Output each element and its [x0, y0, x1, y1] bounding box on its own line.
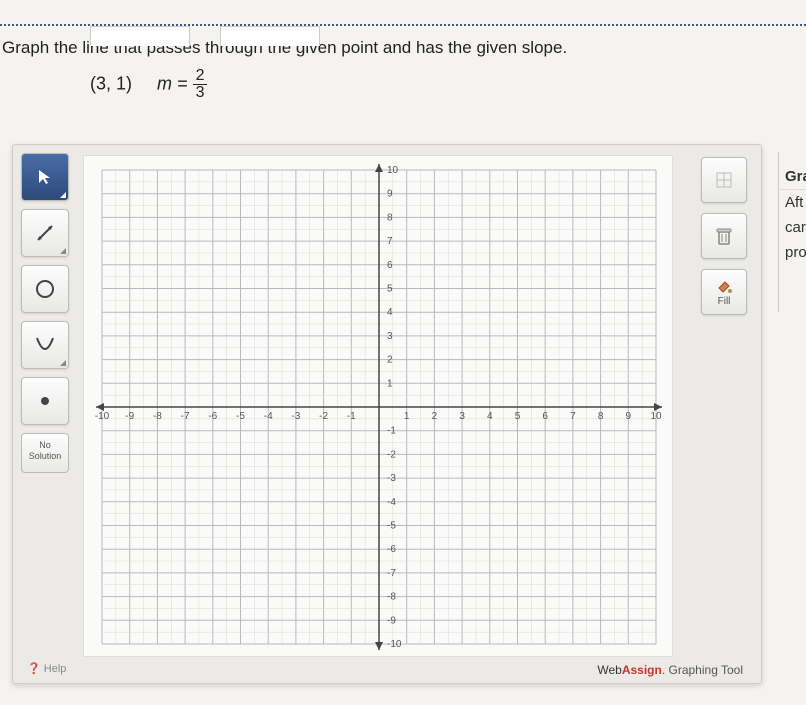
- svg-text:5: 5: [515, 411, 521, 422]
- svg-text:-2: -2: [387, 449, 396, 460]
- svg-text:-10: -10: [387, 639, 402, 650]
- grid-svg: -10 -9 -8 -7 -6 -5 -4 -3 -2 -1 1 2 3 4 5 6 7 8 9 10 -10 -9 -8 -…: [84, 156, 674, 658]
- no-solution-line2: Solution: [22, 451, 68, 462]
- svg-text:-7: -7: [181, 411, 190, 422]
- svg-text:4: 4: [487, 411, 493, 422]
- slope-var: m =: [157, 73, 188, 93]
- fill-icon: [715, 278, 733, 294]
- point-label: (3, 1): [90, 73, 132, 93]
- svg-text:-4: -4: [387, 497, 396, 508]
- footer-web: Web: [597, 663, 621, 677]
- svg-text:7: 7: [387, 236, 393, 247]
- no-solution-line1: No: [22, 440, 68, 451]
- pointer-icon: [36, 168, 54, 186]
- help-icon: ❓: [27, 663, 41, 675]
- stub-1: [90, 26, 190, 46]
- circle-icon: [34, 278, 56, 300]
- svg-text:-5: -5: [236, 411, 245, 422]
- svg-text:6: 6: [542, 411, 548, 422]
- slope-numerator: 2: [193, 68, 208, 85]
- side-gra: Gra: [779, 164, 806, 189]
- trash-icon: [715, 226, 733, 246]
- svg-text:-3: -3: [387, 473, 396, 484]
- footer-tool: . Graphing Tool: [662, 663, 743, 677]
- svg-text:8: 8: [387, 212, 393, 223]
- svg-text:3: 3: [459, 411, 465, 422]
- svg-text:10: 10: [387, 165, 399, 176]
- fill-label: Fill: [718, 296, 731, 307]
- svg-text:-10: -10: [95, 411, 110, 422]
- graph-clear-icon: [714, 170, 734, 190]
- point-tool[interactable]: [21, 377, 69, 425]
- svg-text:9: 9: [626, 411, 632, 422]
- footer-branding: WebAssign. Graphing Tool: [597, 663, 743, 677]
- coordinate-plane[interactable]: -10 -9 -8 -7 -6 -5 -4 -3 -2 -1 1 2 3 4 5 6 7 8 9 10 -10 -9 -8 -…: [83, 155, 673, 657]
- side-info-panel: Gra Aft car pro: [778, 152, 806, 312]
- stub-2: [220, 26, 320, 46]
- help-label: Help: [44, 663, 67, 675]
- line-tool[interactable]: [21, 209, 69, 257]
- svg-text:1: 1: [404, 411, 410, 422]
- svg-text:-4: -4: [264, 411, 273, 422]
- svg-text:-7: -7: [387, 568, 396, 579]
- no-solution-button[interactable]: No Solution: [21, 433, 69, 473]
- svg-text:-5: -5: [387, 521, 396, 532]
- help-button[interactable]: ❓ Help: [27, 662, 66, 675]
- svg-text:-1: -1: [387, 426, 396, 437]
- svg-text:-1: -1: [347, 411, 356, 422]
- graphing-tool-panel: No Solution -10 -9 -8 -7 -6 -5 -4 -3 -2 -1 1 2 3 4 5 6 7…: [12, 144, 762, 684]
- svg-text:10: 10: [650, 411, 662, 422]
- svg-text:-6: -6: [208, 411, 217, 422]
- svg-text:6: 6: [387, 260, 393, 271]
- svg-text:5: 5: [387, 284, 393, 295]
- svg-text:7: 7: [570, 411, 576, 422]
- clear-graph-button[interactable]: [701, 157, 747, 203]
- svg-text:1: 1: [387, 378, 393, 389]
- svg-text:8: 8: [598, 411, 604, 422]
- svg-text:3: 3: [387, 331, 393, 342]
- side-pro: pro: [779, 240, 806, 265]
- svg-text:2: 2: [432, 411, 438, 422]
- parameters: (3, 1) m = 2 3: [0, 68, 806, 101]
- trash-button[interactable]: [701, 213, 747, 259]
- circle-tool[interactable]: [21, 265, 69, 313]
- svg-text:-2: -2: [319, 411, 328, 422]
- slope-denominator: 3: [193, 85, 208, 101]
- slope-fraction: 2 3: [193, 68, 208, 101]
- line-icon: [35, 223, 55, 243]
- footer-assign: Assign: [622, 663, 662, 677]
- parabola-icon: [34, 334, 56, 356]
- pointer-tool[interactable]: [21, 153, 69, 201]
- tool-palette: No Solution: [21, 153, 73, 473]
- point-icon: [39, 395, 51, 407]
- svg-text:-8: -8: [153, 411, 162, 422]
- svg-text:-9: -9: [125, 411, 134, 422]
- svg-text:-3: -3: [291, 411, 300, 422]
- svg-text:-6: -6: [387, 544, 396, 555]
- fill-button[interactable]: Fill: [701, 269, 747, 315]
- svg-text:-8: -8: [387, 592, 396, 603]
- parabola-tool[interactable]: [21, 321, 69, 369]
- svg-text:4: 4: [387, 307, 393, 318]
- right-tool-palette: Fill: [701, 157, 751, 325]
- top-input-stubs: [90, 26, 320, 46]
- svg-text:-9: -9: [387, 615, 396, 626]
- svg-text:2: 2: [387, 355, 393, 366]
- side-aft: Aft: [779, 189, 806, 215]
- side-car: car: [779, 215, 806, 240]
- svg-text:9: 9: [387, 189, 393, 200]
